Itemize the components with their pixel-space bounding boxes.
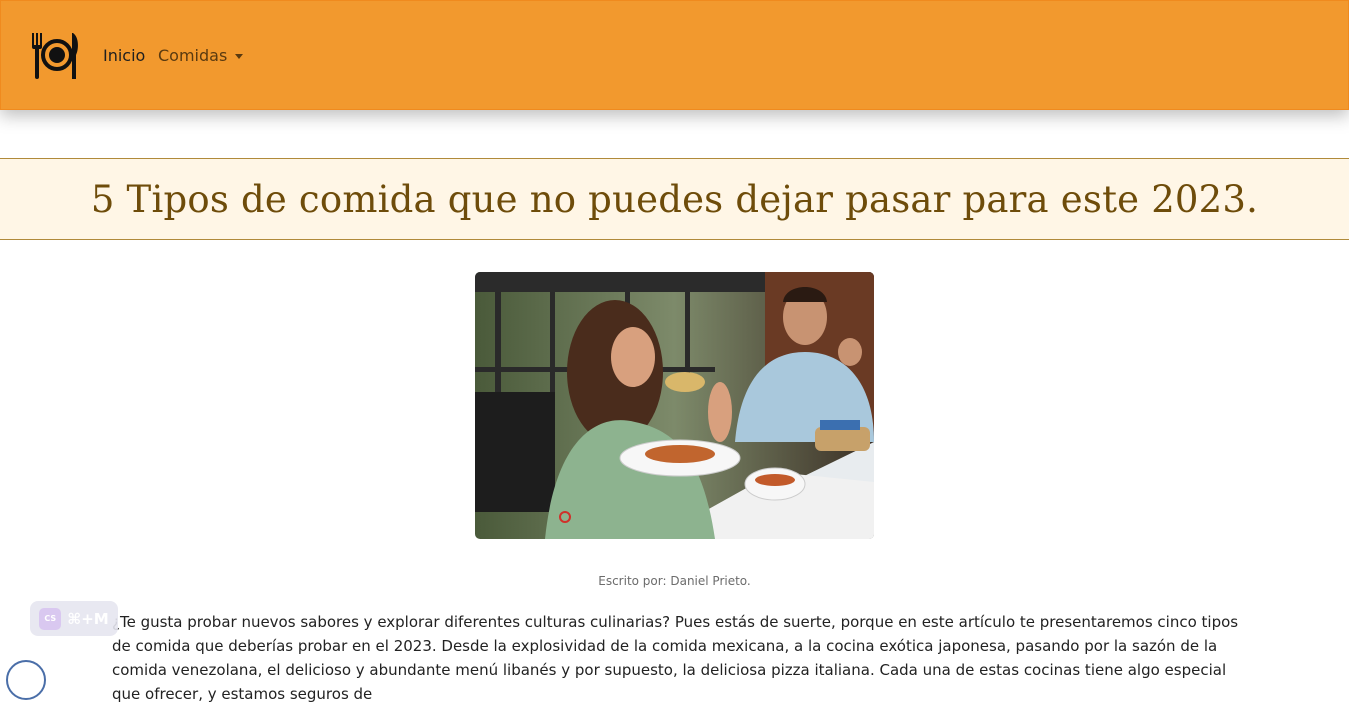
shortcut-overlay-button[interactable]: CS ⌘+M (30, 601, 118, 636)
article-byline: Escrito por: Daniel Prieto. (598, 574, 751, 588)
navbar: Inicio Comidas (0, 0, 1349, 110)
people-eating-mexican-food-photo (475, 272, 874, 539)
page-title: 5 Tipos de comida que no puedes dejar pa… (90, 177, 1259, 221)
article-intro: ¿Te gusta probar nuevos sabores y explor… (112, 613, 1239, 703)
shortcut-label: ⌘+M (67, 609, 109, 628)
title-band: 5 Tipos de comida que no puedes dejar pa… (0, 158, 1349, 240)
nav-dropdown-comidas-label: Comidas (158, 46, 228, 65)
nav-dropdown-comidas[interactable]: Comidas (158, 46, 244, 66)
chevron-down-icon (235, 53, 244, 59)
shortcut-badge: CS (39, 607, 62, 630)
plate-fork-knife-icon[interactable] (29, 31, 81, 81)
nav-link-inicio[interactable]: Inicio (103, 46, 145, 66)
floating-circle-button[interactable] (6, 660, 46, 700)
hero-image (475, 272, 874, 539)
